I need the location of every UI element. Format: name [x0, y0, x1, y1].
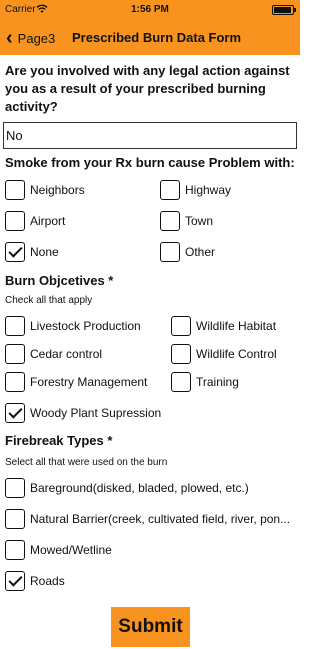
- checkbox-label: Forestry Management: [30, 375, 148, 389]
- checkbox-roads[interactable]: Roads: [5, 571, 65, 591]
- checkbox-label: Woody Plant Supression: [30, 406, 162, 420]
- legal-action-question: Are you involved with any legal action a…: [5, 63, 290, 114]
- checkbox-label: Highway: [185, 183, 232, 197]
- checkbox-woody-plant-supression[interactable]: Woody Plant Supression: [5, 403, 161, 423]
- status-bar: Carrier 1:56 PM: [0, 0, 300, 20]
- burn-objectives-hint: Check all that apply: [5, 295, 93, 306]
- checkbox-label: Other: [185, 245, 216, 259]
- checkbox-label: Neighbors: [30, 183, 85, 197]
- burn-objectives-heading: Burn Objcetives *: [5, 273, 114, 288]
- checkbox-label: Cedar control: [30, 347, 103, 361]
- checkbox-label: Mowed/Wetline: [30, 543, 112, 557]
- back-label: Page3: [17, 30, 56, 46]
- checkbox-label: Wildlife Habitat: [196, 319, 277, 333]
- back-button[interactable]: ‹ Page3: [6, 27, 55, 49]
- page-title: Prescribed Burn Data Form: [72, 30, 242, 45]
- chevron-left-icon: ‹: [6, 27, 13, 49]
- checkbox-natural-barrier[interactable]: Natural Barrier(creek, cultivated field,…: [5, 509, 290, 529]
- checkbox-label: Town: [185, 214, 214, 228]
- checkbox-box[interactable]: [5, 509, 25, 529]
- legal-action-input[interactable]: No: [3, 122, 297, 149]
- checkbox-label: Wildlife Control: [196, 347, 277, 361]
- checkbox-other[interactable]: Other: [160, 242, 215, 262]
- checkbox-box[interactable]: [5, 403, 25, 423]
- navigation-bar: ‹ Page3 Prescribed Burn Data Form: [0, 20, 300, 55]
- checkbox-box[interactable]: [171, 316, 191, 336]
- checkbox-box[interactable]: [5, 180, 25, 200]
- checkbox-town[interactable]: Town: [160, 211, 213, 231]
- checkbox-training[interactable]: Training: [171, 372, 239, 392]
- checkbox-wildlife-habitat[interactable]: Wildlife Habitat: [171, 316, 276, 336]
- checkbox-box[interactable]: [171, 344, 191, 364]
- checkbox-mowed-wetline[interactable]: Mowed/Wetline: [5, 540, 112, 560]
- checkbox-box[interactable]: [5, 316, 25, 336]
- checkbox-highway[interactable]: Highway: [160, 180, 231, 200]
- battery-icon: [272, 5, 296, 15]
- checkbox-airport[interactable]: Airport: [5, 211, 65, 231]
- checkbox-box[interactable]: [5, 372, 25, 392]
- checkbox-box[interactable]: [5, 211, 25, 231]
- checkbox-label: Natural Barrier(creek, cultivated field,…: [30, 512, 291, 526]
- checkbox-label: Roads: [30, 574, 65, 588]
- checkbox-box[interactable]: [5, 242, 25, 262]
- checkbox-wildlife-control[interactable]: Wildlife Control: [171, 344, 277, 364]
- checkbox-box[interactable]: [160, 242, 180, 262]
- submit-button[interactable]: Submit: [111, 607, 190, 647]
- firebreak-types-heading: Firebreak Types *: [5, 433, 113, 448]
- checkbox-box[interactable]: [160, 180, 180, 200]
- checkbox-box[interactable]: [160, 211, 180, 231]
- checkbox-box[interactable]: [5, 478, 25, 498]
- firebreak-types-hint: Select all that were used on the burn: [5, 457, 168, 468]
- checkbox-label: None: [30, 245, 59, 259]
- smoke-question: Smoke from your Rx burn cause Problem wi…: [5, 155, 295, 170]
- checkbox-box[interactable]: [5, 571, 25, 591]
- clock: 1:56 PM: [131, 4, 169, 15]
- checkbox-cedar-control[interactable]: Cedar control: [5, 344, 102, 364]
- checkbox-bareground[interactable]: Bareground(disked, bladed, plowed, etc.): [5, 478, 249, 498]
- checkbox-box[interactable]: [171, 372, 191, 392]
- checkbox-forestry-management[interactable]: Forestry Management: [5, 372, 147, 392]
- checkbox-label: Livestock Production: [30, 319, 141, 333]
- checkbox-label: Airport: [30, 214, 66, 228]
- checkbox-none[interactable]: None: [5, 242, 59, 262]
- checkbox-label: Bareground(disked, bladed, plowed, etc.): [30, 481, 249, 495]
- checkbox-livestock-production[interactable]: Livestock Production: [5, 316, 141, 336]
- checkbox-label: Training: [196, 375, 239, 389]
- checkbox-box[interactable]: [5, 344, 25, 364]
- checkbox-box[interactable]: [5, 540, 25, 560]
- checkbox-neighbors[interactable]: Neighbors: [5, 180, 85, 200]
